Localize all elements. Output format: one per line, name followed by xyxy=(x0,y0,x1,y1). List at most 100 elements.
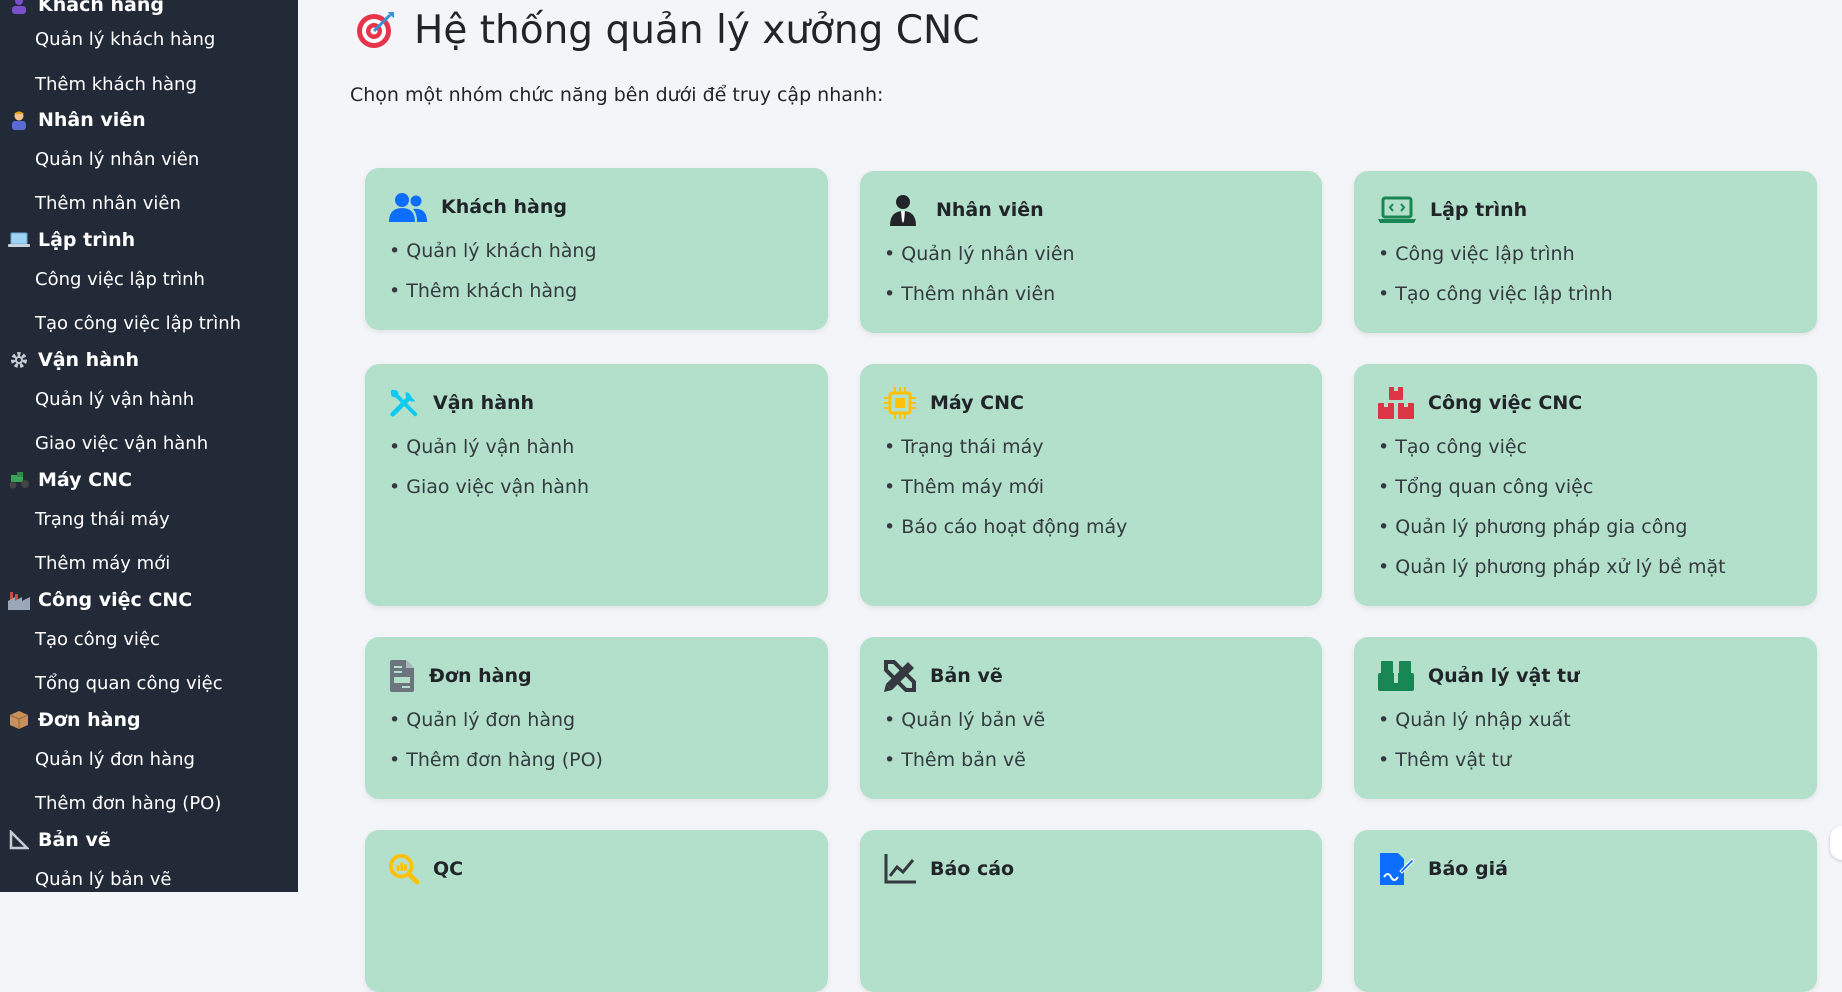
card-header: Vận hành xyxy=(389,386,534,420)
card-quan-ly-vat-tu[interactable]: Quản lý vật tư • Quản lý nhập xuất • Thê… xyxy=(1354,637,1817,799)
card-header: Khách hàng xyxy=(389,190,567,224)
sidebar-group-don-hang[interactable]: Đơn hàng xyxy=(8,707,141,733)
laptop-icon xyxy=(8,229,30,251)
factory-icon xyxy=(8,589,30,611)
sidebar-group-label: Lập trình xyxy=(38,229,136,251)
floating-tab[interactable] xyxy=(1830,826,1842,860)
card-link[interactable]: • Quản lý phương pháp gia công xyxy=(1378,516,1687,538)
sidebar-group-label: Nhân viên xyxy=(38,109,146,131)
card-title: Lập trình xyxy=(1430,199,1528,221)
card-title: Nhân viên xyxy=(936,199,1044,221)
sidebar-link-tong-quan-cong-viec[interactable]: Tổng quan công việc xyxy=(35,670,223,696)
card-link[interactable]: • Tạo công việc xyxy=(1378,436,1527,458)
tools-icon xyxy=(389,386,419,420)
card-ban-ve[interactable]: Bản vẽ • Quản lý bản vẽ • Thêm bản vẽ xyxy=(860,637,1322,799)
page-subtitle: Chọn một nhóm chức năng bên dưới để truy… xyxy=(350,84,884,106)
sidebar-link-quan-ly-ban-ve[interactable]: Quản lý bản vẽ xyxy=(35,866,171,892)
card-lap-trinh[interactable]: Lập trình • Công việc lập trình • Tạo cô… xyxy=(1354,171,1817,333)
card-title: Quản lý vật tư xyxy=(1428,665,1580,687)
card-link[interactable]: • Thêm vật tư xyxy=(1378,749,1511,771)
sidebar-link-tao-cong-viec-lap-trinh[interactable]: Tạo công việc lập trình xyxy=(35,310,241,336)
sidebar-group-cong-viec-cnc[interactable]: Công việc CNC xyxy=(8,587,192,613)
page-title-text: Hệ thống quản lý xưởng CNC xyxy=(414,7,980,53)
card-link[interactable]: • Thêm nhân viên xyxy=(884,283,1055,305)
card-link[interactable]: • Thêm khách hàng xyxy=(389,280,577,302)
person-tie-icon xyxy=(884,193,922,227)
card-header: Đơn hàng xyxy=(389,659,532,693)
sidebar-link-them-khach-hang[interactable]: Thêm khách hàng xyxy=(35,71,197,97)
page-title: Hệ thống quản lý xưởng CNC xyxy=(354,4,979,56)
card-header: Báo giá xyxy=(1378,852,1508,886)
sidebar-group-nhan-vien[interactable]: Nhân viên xyxy=(8,107,146,133)
sidebar-group-label: Công việc CNC xyxy=(38,589,193,611)
card-link[interactable]: • Quản lý bản vẽ xyxy=(884,709,1045,731)
card-may-cnc[interactable]: Máy CNC • Trạng thái máy • Thêm máy mới … xyxy=(860,364,1322,606)
card-bao-cao[interactable]: Báo cáo xyxy=(860,830,1322,992)
card-khach-hang[interactable]: Khách hàng • Quản lý khách hàng • Thêm k… xyxy=(365,168,828,330)
card-title: QC xyxy=(433,858,464,880)
card-bao-gia[interactable]: Báo giá xyxy=(1354,830,1817,992)
card-link[interactable]: • Thêm đơn hàng (PO) xyxy=(389,749,603,771)
sidebar-link-them-don-hang[interactable]: Thêm đơn hàng (PO) xyxy=(35,790,221,816)
card-link[interactable]: • Quản lý khách hàng xyxy=(389,240,597,262)
sidebar-link-cong-viec-lap-trinh[interactable]: Công việc lập trình xyxy=(35,266,205,292)
sidebar-group-label: Đơn hàng xyxy=(38,709,141,731)
card-cong-viec-cnc[interactable]: Công việc CNC • Tạo công việc • Tổng qua… xyxy=(1354,364,1817,606)
sidebar-link-tao-cong-viec[interactable]: Tạo công việc xyxy=(35,626,160,652)
sidebar-link-them-nhan-vien[interactable]: Thêm nhân viên xyxy=(35,190,181,216)
card-title: Công việc CNC xyxy=(1428,392,1583,414)
card-title: Khách hàng xyxy=(441,196,567,218)
sidebar-group-label: Máy CNC xyxy=(38,469,132,491)
card-title: Đơn hàng xyxy=(429,665,532,687)
sidebar-link-trang-thai-may[interactable]: Trạng thái máy xyxy=(35,506,170,532)
sidebar-link-quan-ly-don-hang[interactable]: Quản lý đơn hàng xyxy=(35,746,195,772)
card-header: Bản vẽ xyxy=(884,659,1003,693)
sidebar-group-may-cnc[interactable]: Máy CNC xyxy=(8,467,132,493)
pencil-ruler-icon xyxy=(884,659,916,693)
card-link[interactable]: • Thêm bản vẽ xyxy=(884,749,1026,771)
card-link[interactable]: • Quản lý phương pháp xử lý bề mặt xyxy=(1378,556,1726,578)
card-don-hang[interactable]: Đơn hàng • Quản lý đơn hàng • Thêm đơn h… xyxy=(365,637,828,799)
card-link[interactable]: • Quản lý nhân viên xyxy=(884,243,1075,265)
card-link[interactable]: • Quản lý nhập xuất xyxy=(1378,709,1571,731)
stacked-boxes-icon xyxy=(1378,659,1414,693)
card-link[interactable]: • Trạng thái máy xyxy=(884,436,1044,458)
card-qc[interactable]: QC xyxy=(365,830,828,992)
card-title: Vận hành xyxy=(433,392,535,414)
line-chart-icon xyxy=(884,852,916,886)
tractor-icon xyxy=(8,469,30,491)
card-link[interactable]: • Công việc lập trình xyxy=(1378,243,1575,265)
sidebar-group-label: Khách hàng xyxy=(38,0,164,16)
card-link[interactable]: • Thêm máy mới xyxy=(884,476,1044,498)
card-link[interactable]: • Giao việc vận hành xyxy=(389,476,589,498)
sidebar-link-them-may-moi[interactable]: Thêm máy mới xyxy=(35,550,170,576)
sidebar-group-ban-ve[interactable]: Bản vẽ xyxy=(8,827,111,853)
card-link[interactable]: • Tạo công việc lập trình xyxy=(1378,283,1613,305)
card-nhan-vien[interactable]: Nhân viên • Quản lý nhân viên • Thêm nhâ… xyxy=(860,171,1322,333)
cpu-icon xyxy=(884,386,916,420)
sidebar: Khách hàng Quản lý khách hàng Thêm khách… xyxy=(0,0,298,892)
sidebar-link-quan-ly-van-hanh[interactable]: Quản lý vận hành xyxy=(35,386,194,412)
sidebar-group-lap-trinh[interactable]: Lập trình xyxy=(8,227,135,253)
package-icon xyxy=(8,709,30,731)
card-link[interactable]: • Quản lý vận hành xyxy=(389,436,574,458)
main-content: Hệ thống quản lý xưởng CNC Chọn một nhóm… xyxy=(298,0,1842,992)
sidebar-group-van-hanh[interactable]: Vận hành xyxy=(8,347,139,373)
card-link[interactable]: • Báo cáo hoạt động máy xyxy=(884,516,1127,538)
card-link[interactable]: • Quản lý đơn hàng xyxy=(389,709,575,731)
card-header: Báo cáo xyxy=(884,852,1014,886)
card-link[interactable]: • Tổng quan công việc xyxy=(1378,476,1593,498)
sidebar-link-quan-ly-nhan-vien[interactable]: Quản lý nhân viên xyxy=(35,146,199,172)
card-header: Công việc CNC xyxy=(1378,386,1582,420)
card-header: Máy CNC xyxy=(884,386,1024,420)
sidebar-link-quan-ly-khach-hang[interactable]: Quản lý khách hàng xyxy=(35,26,215,52)
card-title: Báo giá xyxy=(1428,858,1508,880)
document-icon xyxy=(389,659,415,693)
sidebar-link-giao-viec-van-hanh[interactable]: Giao việc vận hành xyxy=(35,430,208,456)
sidebar-group-khach-hang[interactable]: Khách hàng xyxy=(8,0,164,18)
purple-person-icon xyxy=(8,0,30,16)
card-title: Máy CNC xyxy=(930,392,1024,414)
card-van-hanh[interactable]: Vận hành • Quản lý vận hành • Giao việc … xyxy=(365,364,828,606)
signed-doc-icon xyxy=(1378,852,1414,886)
search-chart-icon xyxy=(389,852,419,886)
